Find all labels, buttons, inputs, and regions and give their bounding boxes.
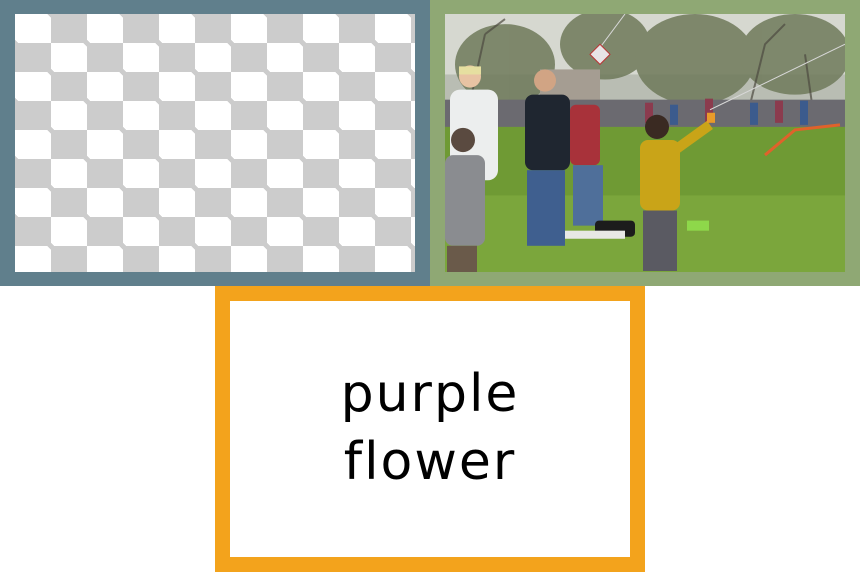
- word-card-line-2: flower: [343, 432, 517, 492]
- word-card: purple flower: [230, 301, 630, 557]
- kite-festival-photo: [445, 14, 845, 272]
- checkerboard-panel: [0, 0, 430, 286]
- word-card-line-1: purple: [340, 364, 520, 425]
- photo-illustration: [445, 14, 845, 272]
- transparency-checkerboard: [15, 14, 415, 272]
- word-card-panel: purple flower: [215, 286, 645, 572]
- photo-panel: [430, 0, 860, 286]
